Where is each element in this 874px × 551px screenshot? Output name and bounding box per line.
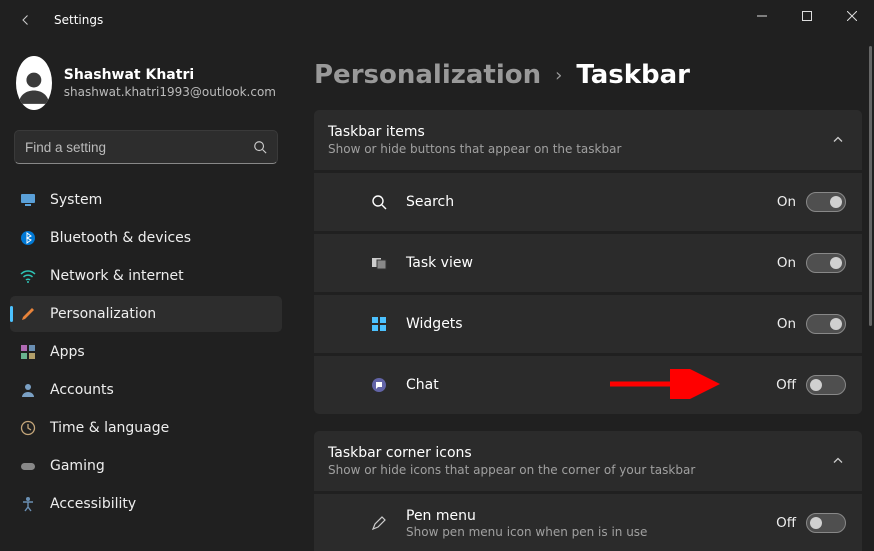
close-button[interactable] bbox=[829, 0, 874, 32]
arrow-left-icon bbox=[20, 13, 32, 27]
close-icon bbox=[847, 11, 857, 21]
toggle-state: On bbox=[777, 194, 796, 210]
nav-system[interactable]: System bbox=[10, 182, 282, 218]
nav-label: Time & language bbox=[50, 420, 169, 436]
nav-personalization[interactable]: Personalization bbox=[10, 296, 282, 332]
window-title: Settings bbox=[54, 13, 103, 27]
nav-label: Accessibility bbox=[50, 496, 136, 512]
profile-name: Shashwat Khatri bbox=[64, 67, 276, 83]
nav-label: Network & internet bbox=[50, 268, 184, 284]
accessibility-icon bbox=[20, 496, 36, 512]
bluetooth-icon bbox=[20, 230, 36, 246]
task-view-toggle[interactable] bbox=[806, 253, 846, 273]
search-toggle[interactable] bbox=[806, 192, 846, 212]
taskbar-items-header[interactable]: Taskbar items Show or hide buttons that … bbox=[314, 110, 862, 170]
row-label: Chat bbox=[406, 377, 439, 393]
nav-label: System bbox=[50, 192, 102, 208]
row-task-view: Task view On bbox=[314, 234, 862, 292]
row-label: Task view bbox=[406, 255, 473, 271]
main-panel: Personalization › Taskbar Taskbar items … bbox=[292, 40, 874, 551]
search-icon bbox=[253, 140, 267, 154]
nav-list: System Bluetooth & devices Network & int… bbox=[10, 178, 282, 522]
nav-label: Accounts bbox=[50, 382, 114, 398]
avatar bbox=[16, 56, 52, 110]
toggle-state: On bbox=[777, 255, 796, 271]
wifi-icon bbox=[20, 268, 36, 284]
search-box[interactable] bbox=[14, 130, 278, 164]
pen-icon bbox=[370, 514, 388, 532]
chat-toggle[interactable] bbox=[806, 375, 846, 395]
maximize-icon bbox=[802, 11, 812, 21]
paintbrush-icon bbox=[20, 306, 36, 322]
minimize-button[interactable] bbox=[739, 0, 784, 32]
chevron-right-icon: › bbox=[555, 65, 562, 86]
row-search: Search On bbox=[314, 173, 862, 231]
nav-label: Bluetooth & devices bbox=[50, 230, 191, 246]
minimize-icon bbox=[757, 11, 767, 21]
row-sublabel: Show pen menu icon when pen is in use bbox=[406, 525, 647, 539]
nav-network[interactable]: Network & internet bbox=[10, 258, 282, 294]
nav-label: Gaming bbox=[50, 458, 105, 474]
scrollbar-thumb[interactable] bbox=[869, 46, 872, 326]
row-label: Widgets bbox=[406, 316, 463, 332]
row-pen-menu: Pen menu Show pen menu icon when pen is … bbox=[314, 494, 862, 551]
group-title: Taskbar corner icons bbox=[328, 445, 810, 461]
row-chat: Chat Off bbox=[314, 356, 862, 414]
nav-bluetooth[interactable]: Bluetooth & devices bbox=[10, 220, 282, 256]
content: Taskbar items Show or hide buttons that … bbox=[314, 110, 862, 551]
nav-gaming[interactable]: Gaming bbox=[10, 448, 282, 484]
group-title: Taskbar items bbox=[328, 124, 810, 140]
taskbar-corner-icons-header[interactable]: Taskbar corner icons Show or hide icons … bbox=[314, 431, 862, 491]
person-icon bbox=[20, 382, 36, 398]
monitor-icon bbox=[20, 192, 36, 208]
group-subtitle: Show or hide buttons that appear on the … bbox=[328, 142, 810, 156]
nav-time-language[interactable]: Time & language bbox=[10, 410, 282, 446]
row-label: Pen menu bbox=[406, 508, 647, 524]
gamepad-icon bbox=[20, 458, 36, 474]
profile-email: shashwat.khatri1993@outlook.com bbox=[64, 85, 276, 99]
apps-icon bbox=[20, 344, 36, 360]
page-title: Taskbar bbox=[576, 60, 690, 90]
nav-apps[interactable]: Apps bbox=[10, 334, 282, 370]
nav-accounts[interactable]: Accounts bbox=[10, 372, 282, 408]
widgets-icon bbox=[370, 315, 388, 333]
chevron-up-icon bbox=[832, 131, 844, 150]
group-subtitle: Show or hide icons that appear on the co… bbox=[328, 463, 810, 477]
task-view-icon bbox=[370, 254, 388, 272]
back-button[interactable] bbox=[20, 14, 32, 26]
window-buttons bbox=[739, 0, 874, 32]
pen-menu-toggle[interactable] bbox=[806, 513, 846, 533]
person-icon bbox=[16, 62, 52, 110]
nav-accessibility[interactable]: Accessibility bbox=[10, 486, 282, 522]
row-label: Search bbox=[406, 194, 454, 210]
toggle-state: Off bbox=[776, 377, 796, 393]
sidebar: Shashwat Khatri shashwat.khatri1993@outl… bbox=[0, 40, 292, 551]
nav-label: Apps bbox=[50, 344, 85, 360]
nav-label: Personalization bbox=[50, 306, 156, 322]
chevron-up-icon bbox=[832, 452, 844, 471]
widgets-toggle[interactable] bbox=[806, 314, 846, 334]
profile-block[interactable]: Shashwat Khatri shashwat.khatri1993@outl… bbox=[10, 48, 282, 124]
toggle-state: On bbox=[777, 316, 796, 332]
scrollbar[interactable] bbox=[868, 46, 872, 551]
search-input[interactable] bbox=[25, 140, 253, 155]
maximize-button[interactable] bbox=[784, 0, 829, 32]
breadcrumb: Personalization › Taskbar bbox=[314, 60, 862, 90]
clock-icon bbox=[20, 420, 36, 436]
chat-icon bbox=[370, 376, 388, 394]
row-widgets: Widgets On bbox=[314, 295, 862, 353]
breadcrumb-parent[interactable]: Personalization bbox=[314, 60, 541, 90]
toggle-state: Off bbox=[776, 515, 796, 531]
search-icon bbox=[370, 193, 388, 211]
